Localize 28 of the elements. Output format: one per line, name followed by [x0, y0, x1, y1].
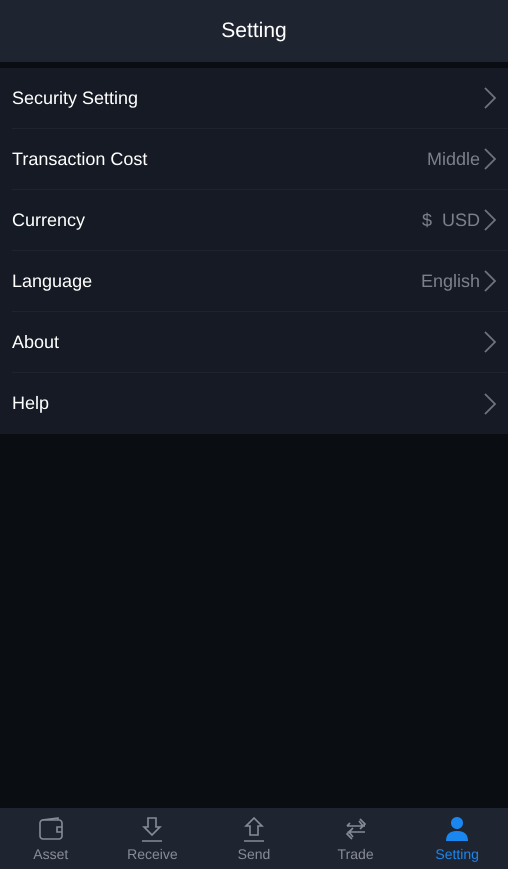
row-value: English [420, 270, 480, 292]
tab[interactable]: Receive [102, 808, 204, 869]
row-value: $ USD [422, 210, 480, 230]
chevron-icon [484, 270, 496, 292]
row-label: Help [12, 393, 50, 414]
settings-row[interactable]: Security Setting [12, 68, 508, 129]
settings-row[interactable]: Transaction Cost Middle [12, 129, 508, 190]
tab[interactable]: Trade [304, 808, 406, 869]
chevron-icon [484, 148, 496, 170]
settings-row[interactable]: Help [12, 373, 508, 434]
page-title: Setting [221, 19, 287, 43]
tab[interactable]: Send [203, 808, 305, 869]
chevron-icon [484, 331, 496, 353]
chevron-icon [484, 392, 496, 414]
wallet-icon [36, 815, 65, 843]
tab[interactable]: Setting [406, 808, 508, 869]
settings-row[interactable]: Currency $ USD [12, 190, 508, 251]
settings-row[interactable]: Language English [12, 251, 508, 312]
row-label: Language [12, 270, 94, 292]
row-label: About [12, 332, 60, 352]
row-value: Middle [426, 148, 480, 170]
row-label: Transaction Cost [12, 148, 148, 170]
settings-row[interactable]: About [12, 312, 508, 373]
row-label: Security Setting [12, 88, 140, 108]
tab[interactable]: Asset [0, 808, 102, 869]
row-label: Currency [12, 210, 86, 230]
chevron-icon [484, 209, 496, 231]
chevron-icon [484, 87, 496, 109]
